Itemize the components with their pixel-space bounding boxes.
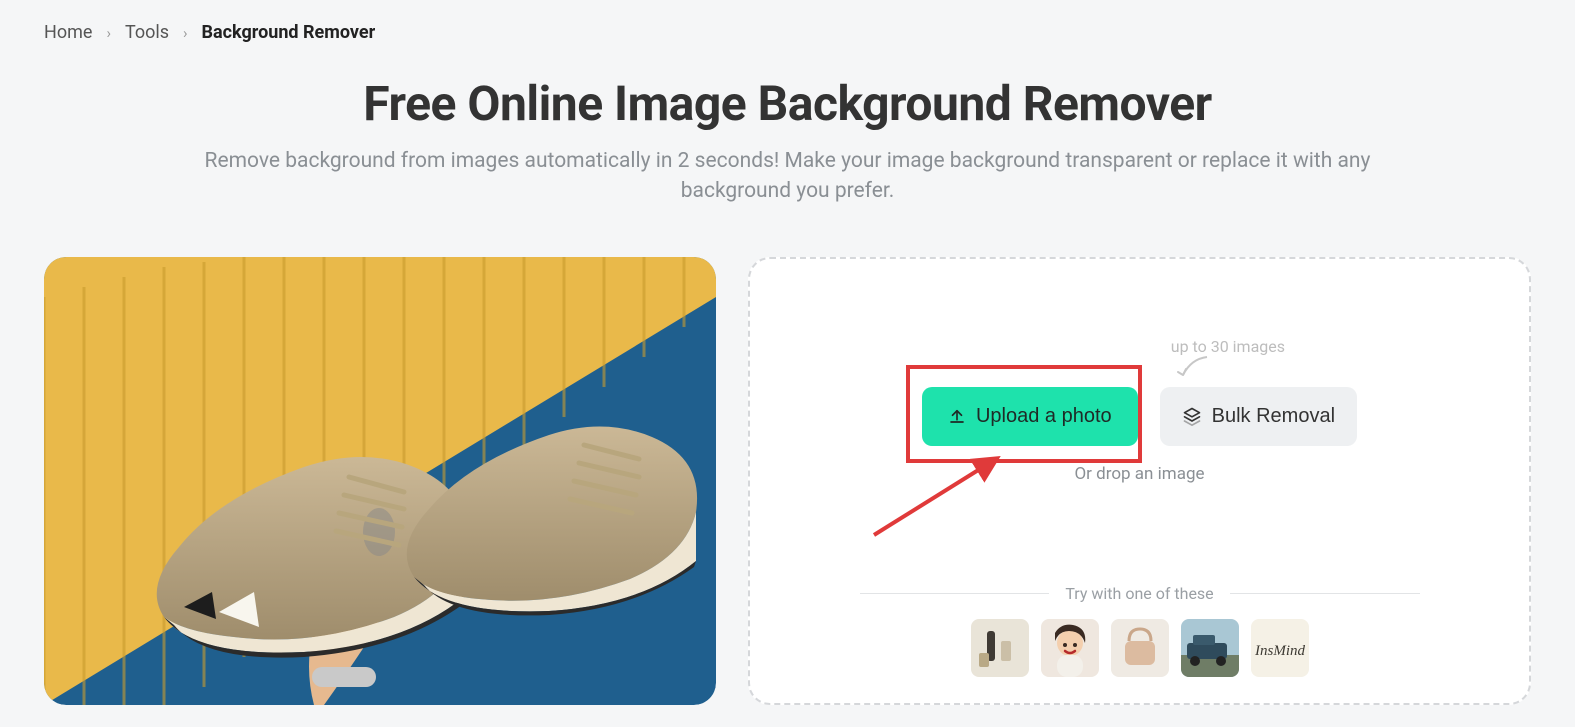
breadcrumb-tools[interactable]: Tools <box>125 22 169 43</box>
hero: Free Online Image Background Remover Rem… <box>0 53 1575 217</box>
breadcrumb-home[interactable]: Home <box>44 22 92 43</box>
bulk-removal-button[interactable]: Bulk Removal <box>1160 387 1357 446</box>
sample-thumb-portrait[interactable] <box>1041 619 1099 677</box>
sample-thumb-cosmetics[interactable] <box>971 619 1029 677</box>
sample-thumb-car[interactable] <box>1181 619 1239 677</box>
upload-dropzone[interactable]: up to 30 images Upload a photo Bulk Remo… <box>748 257 1531 705</box>
upload-photo-label: Upload a photo <box>976 405 1112 428</box>
upload-icon <box>948 407 966 425</box>
samples-title: Try with one of these <box>1065 584 1213 603</box>
breadcrumb: Home › Tools › Background Remover <box>0 0 1575 53</box>
page-title: Free Online Image Background Remover <box>40 75 1535 132</box>
bulk-removal-label: Bulk Removal <box>1212 405 1335 428</box>
preview-image <box>44 257 716 705</box>
curly-arrow-icon <box>1173 353 1213 387</box>
sample-thumb-logo[interactable]: InsMind <box>1251 619 1309 677</box>
page-subtitle: Remove background from images automatica… <box>188 146 1388 207</box>
chevron-right-icon: › <box>183 24 188 42</box>
layers-icon <box>1182 406 1202 426</box>
sample-thumb-handbag[interactable] <box>1111 619 1169 677</box>
svg-text:InsMind: InsMind <box>1254 643 1305 659</box>
chevron-right-icon: › <box>106 24 111 42</box>
samples-section: Try with one of these InsMind <box>750 584 1529 677</box>
drop-hint: Or drop an image <box>1074 464 1204 484</box>
breadcrumb-current: Background Remover <box>202 22 376 43</box>
upload-photo-button[interactable]: Upload a photo <box>922 387 1138 446</box>
annotation-arrow-icon <box>868 451 1008 541</box>
